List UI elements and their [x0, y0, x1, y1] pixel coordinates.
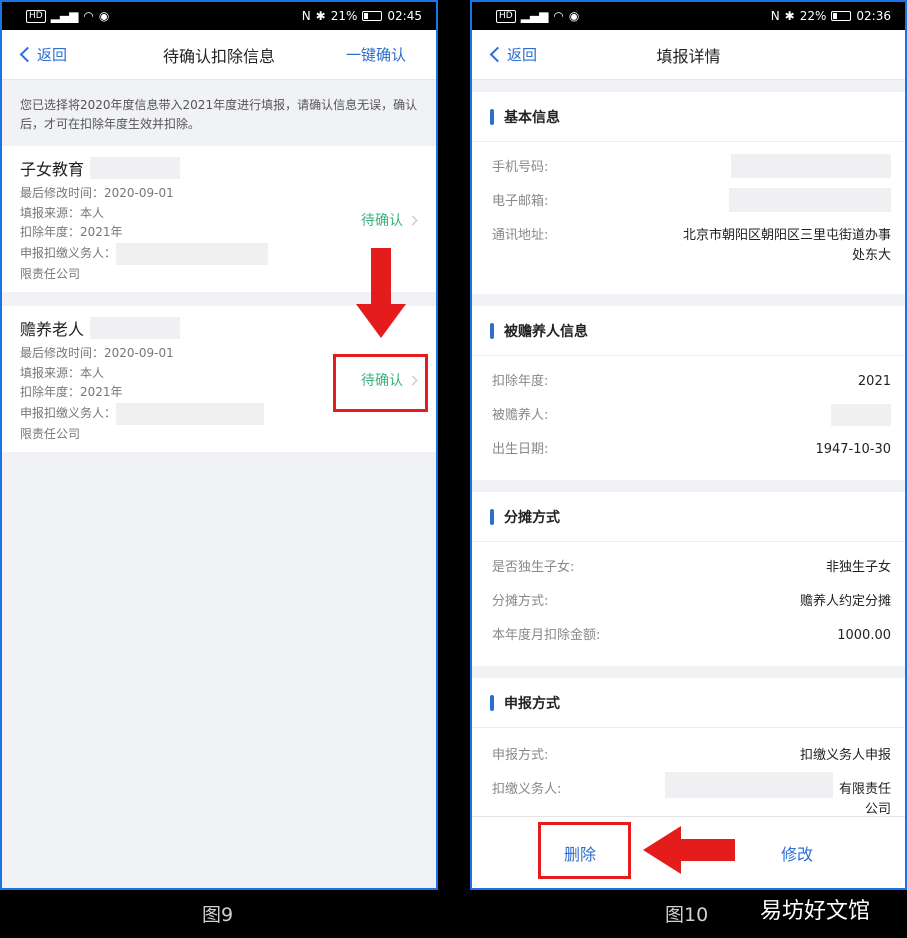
split-method-value: 赡养人约定分摊: [799, 594, 891, 609]
only-child-value: 非独生子女: [825, 560, 891, 575]
email-label: 电子邮箱:: [492, 194, 549, 209]
item-agent: 申报扣缴义务人：: [20, 245, 117, 260]
section-marker: [490, 694, 494, 711]
highlight-box: [333, 354, 428, 412]
redacted-phone: [731, 154, 891, 178]
only-child-label: 是否独生子女:: [492, 560, 575, 575]
wifi-icon: ◠: [83, 9, 94, 23]
birth-date-value: 1947-10-30: [815, 442, 891, 457]
eye-icon: ◉: [568, 9, 580, 23]
redacted-email: [729, 188, 891, 212]
redacted-block: [116, 242, 269, 265]
hd-icon: HD: [496, 9, 516, 23]
watermark: 易坊好文馆: [760, 899, 871, 924]
pending-confirm-label: 待确认: [361, 213, 403, 229]
monthly-amount-value: 1000.00: [837, 628, 891, 643]
birth-date-label: 出生日期:: [492, 442, 549, 457]
eye-icon: ◉: [98, 9, 110, 23]
item-modified: 最后修改时间：2020-09-01: [20, 186, 174, 200]
notice-text: 您已选择将2020年度信息带入2021年度进行填报，请确认信息无误，确认后，才可…: [2, 80, 436, 146]
modify-button[interactable]: 修改: [781, 841, 813, 865]
nav-bar: 返回 填报详情: [472, 30, 905, 80]
dependent-label: 被赡养人:: [492, 408, 549, 423]
section-marker: [490, 508, 494, 525]
right-phone-screen: HD ▂▄▆ ◠ ◉ N ✱ 22% 02:36 返回 填报详情 基本信息 手机…: [470, 0, 907, 890]
signal-icon: ▂▄▆: [50, 9, 79, 23]
figure-label-9: 图9: [202, 904, 234, 926]
section-basic-info: 基本信息 手机号码: 电子邮箱: 通讯地址: 北京市朝阳区朝阳区三里屯街道办事处东…: [472, 92, 905, 294]
section-title: 分摊方式: [504, 509, 560, 526]
battery-icon: [362, 11, 383, 21]
chevron-left-icon: [489, 46, 506, 63]
phone-label: 手机号码:: [492, 160, 549, 175]
wifi-icon: ◠: [553, 9, 564, 23]
address-label: 通讯地址:: [492, 228, 549, 243]
withholding-agent-label: 扣缴义务人:: [492, 782, 562, 797]
item-agent: 申报扣缴义务人：: [20, 405, 117, 420]
bluetooth-icon: ✱: [315, 9, 326, 23]
redacted-dependent: [831, 404, 891, 426]
left-phone-screen: HD ▂▄▆ ◠ ◉ N ✱ 21% 02:45 返回 待确认扣除信息 一键确认…: [0, 0, 438, 890]
confirm-all-button[interactable]: 一键确认: [346, 44, 406, 65]
section-title: 申报方式: [504, 695, 560, 712]
deduct-year-label: 扣除年度:: [492, 374, 549, 389]
back-label: 返回: [37, 46, 68, 64]
red-arrow-left-icon: [643, 826, 735, 874]
red-arrow-down-icon: [356, 248, 406, 338]
redacted-block: [90, 317, 181, 339]
highlight-box: [538, 822, 631, 879]
item-title: 子女教育: [20, 160, 85, 179]
item-year: 扣除年度：2021年: [20, 225, 123, 239]
battery-percent: 21%: [330, 9, 358, 23]
address-value: 北京市朝阳区朝阳区三里屯街道办事处东大: [682, 228, 891, 263]
nav-bar: 返回 待确认扣除信息 一键确认: [2, 30, 436, 80]
signal-icon: ▂▄▆: [520, 9, 549, 23]
split-method-label: 分摊方式:: [492, 594, 549, 609]
redacted-agent: [665, 772, 833, 798]
section-marker: [490, 322, 494, 339]
battery-icon: [831, 11, 852, 21]
back-button[interactable]: 返回: [18, 44, 67, 65]
nfc-icon: N: [301, 9, 311, 23]
filing-method-label: 申报方式:: [492, 748, 549, 763]
status-time: 02:36: [856, 9, 891, 23]
section-split-method: 分摊方式 是否独生子女: 非独生子女 分摊方式: 赡养人约定分摊 本年度月扣除金额:…: [472, 492, 905, 666]
status-bar: HD ▂▄▆ ◠ ◉ N ✱ 21% 02:45: [2, 2, 436, 30]
item-company: 限责任公司: [20, 426, 81, 441]
nfc-icon: N: [770, 9, 780, 23]
redacted-block: [116, 402, 265, 425]
figure-label-10: 图10: [665, 904, 709, 926]
bluetooth-icon: ✱: [784, 9, 795, 23]
deduct-year-value: 2021: [857, 374, 891, 389]
chevron-right-icon: [407, 215, 418, 225]
section-dependent-info: 被赡养人信息 扣除年度: 2021 被赡养人: 出生日期: 1947-10-30: [472, 306, 905, 480]
filing-method-value: 扣缴义务人申报: [799, 748, 891, 763]
section-filing-method: 申报方式 申报方式: 扣缴义务人申报 扣缴义务人: 有限责任公司: [472, 678, 905, 836]
redacted-block: [90, 157, 181, 179]
status-time: 02:45: [387, 9, 422, 23]
back-button[interactable]: 返回: [488, 44, 537, 65]
item-title: 赡养老人: [20, 320, 85, 339]
battery-percent: 22%: [799, 9, 827, 23]
section-marker: [490, 108, 494, 125]
back-label: 返回: [507, 46, 538, 64]
section-title: 被赡养人信息: [504, 323, 588, 340]
withholding-agent-value: 有限责任公司: [838, 782, 891, 817]
monthly-amount-label: 本年度月扣除金额:: [492, 628, 601, 643]
status-bar: HD ▂▄▆ ◠ ◉ N ✱ 22% 02:36: [472, 2, 905, 30]
chevron-left-icon: [19, 46, 36, 63]
hd-icon: HD: [26, 9, 46, 23]
item-source: 填报来源：本人: [20, 205, 105, 220]
section-title: 基本信息: [504, 109, 560, 126]
pending-confirm-link[interactable]: 待确认: [361, 210, 418, 230]
